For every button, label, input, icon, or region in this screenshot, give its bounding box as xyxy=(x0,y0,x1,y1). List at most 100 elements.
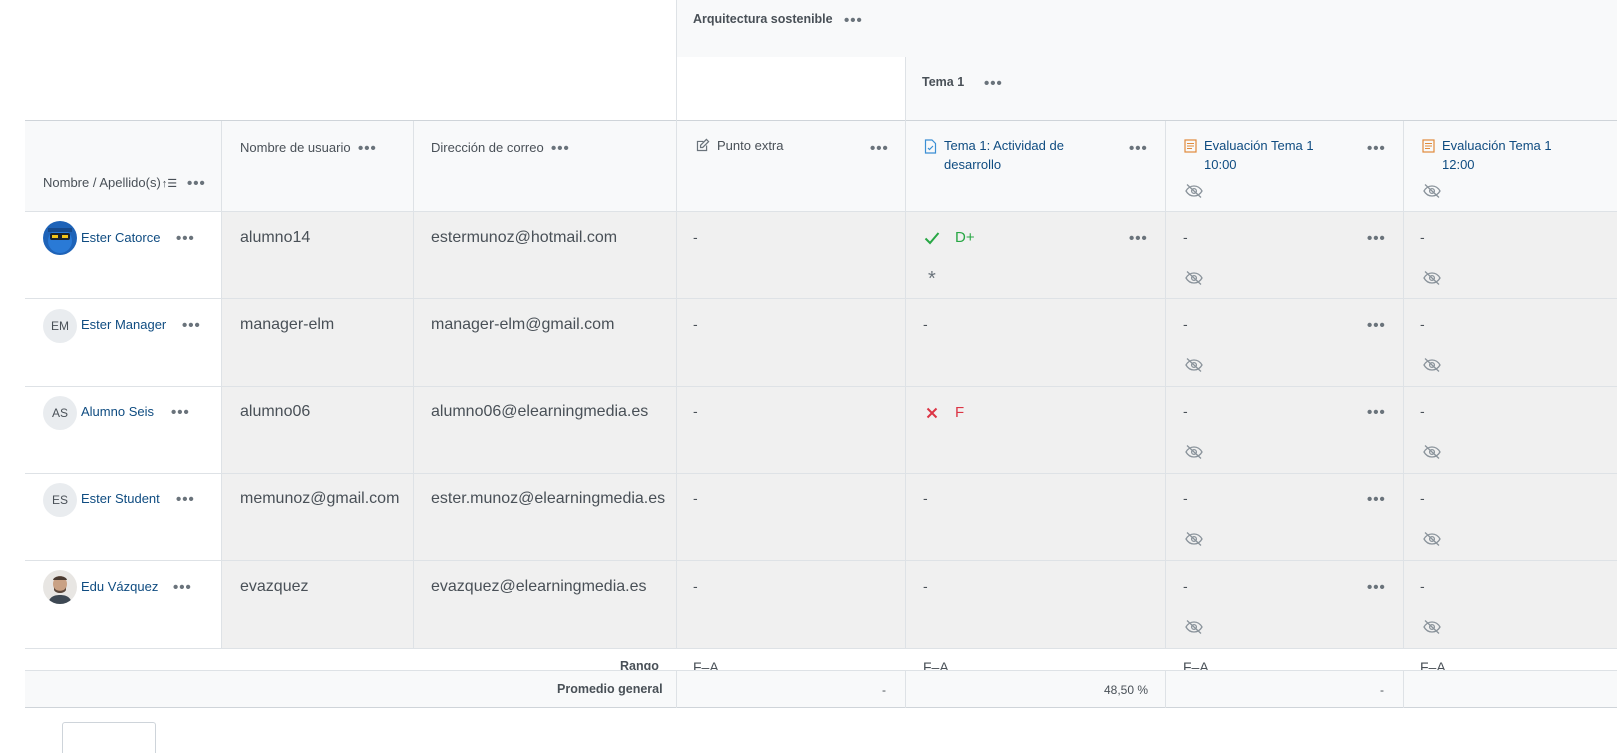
average-eval1000: - xyxy=(1380,683,1384,697)
activity-grade-cell[interactable]: - xyxy=(923,316,928,332)
check-icon xyxy=(924,231,940,250)
avatar[interactable]: AS xyxy=(43,396,77,430)
range-eval1000: F–A xyxy=(1183,659,1209,670)
quiz-icon xyxy=(1184,139,1197,158)
eye-slash-icon xyxy=(1185,183,1203,204)
column-header-eval1000[interactable]: Evaluación Tema 1 10:00 xyxy=(1204,136,1324,174)
cross-icon xyxy=(926,406,938,424)
eye-slash-icon xyxy=(1423,619,1441,640)
pagination-control[interactable] xyxy=(62,722,156,753)
eye-slash-icon xyxy=(1185,531,1203,552)
student-menu[interactable]: ••• xyxy=(173,580,192,595)
average-extra: - xyxy=(882,683,886,697)
student-name-link[interactable]: Edu Vázquez xyxy=(81,579,158,594)
eval1000-cell-menu[interactable]: ••• xyxy=(1367,231,1386,246)
email-cell: ester.munoz@elearningmedia.es xyxy=(431,490,666,507)
range-label: Rango xyxy=(620,659,659,670)
average-label: Promedio general xyxy=(557,682,663,696)
eye-slash-icon xyxy=(1185,357,1203,378)
category-course-title: Arquitectura sostenible xyxy=(693,12,833,26)
student-menu[interactable]: ••• xyxy=(171,405,190,420)
eye-slash-icon xyxy=(1423,183,1441,204)
eval1000-cell-menu[interactable]: ••• xyxy=(1367,580,1386,595)
extra-grade-cell[interactable]: - xyxy=(693,229,698,245)
extra-grade-cell[interactable]: - xyxy=(693,578,698,594)
email-cell: alumno06@elearningmedia.es xyxy=(431,403,649,420)
eye-slash-icon xyxy=(1185,444,1203,465)
extra-grade-cell[interactable]: - xyxy=(693,490,698,506)
activity-note: * xyxy=(928,268,936,290)
assignment-icon xyxy=(924,139,937,159)
eval1000-cell[interactable]: - xyxy=(1183,490,1188,506)
extra-grade-cell[interactable]: - xyxy=(693,316,698,332)
average-activity: 48,50 % xyxy=(1104,683,1149,697)
column-header-extra[interactable]: Punto extra xyxy=(717,138,784,153)
activity-grade-cell[interactable]: F xyxy=(955,404,964,421)
range-extra: F–A xyxy=(693,659,719,670)
eye-slash-icon xyxy=(1423,270,1441,291)
activity-grade-cell[interactable]: D+ xyxy=(955,229,975,246)
category-course-menu[interactable]: ••• xyxy=(844,13,863,28)
eval1200-cell[interactable]: - xyxy=(1420,403,1425,419)
column-header-email[interactable]: Dirección de correo xyxy=(431,140,544,155)
extra-grade-cell[interactable]: - xyxy=(693,403,698,419)
category-topic-header xyxy=(905,57,1617,120)
eval1000-cell-menu[interactable]: ••• xyxy=(1367,405,1386,420)
category-topic-menu[interactable]: ••• xyxy=(984,76,1003,91)
student-menu[interactable]: ••• xyxy=(182,318,201,333)
column-header-name[interactable]: Nombre / Apellido(s)↑☰ xyxy=(43,175,177,190)
eval1000-cell-menu[interactable]: ••• xyxy=(1367,318,1386,333)
eval1000-cell[interactable]: - xyxy=(1183,403,1188,419)
eval1200-cell[interactable]: - xyxy=(1420,229,1425,245)
activity-grade-cell[interactable]: - xyxy=(923,578,928,594)
eval1000-cell[interactable]: - xyxy=(1183,578,1188,594)
eval1000-cell-menu[interactable]: ••• xyxy=(1367,492,1386,507)
avatar[interactable] xyxy=(43,570,77,604)
eye-slash-icon xyxy=(1185,619,1203,640)
eval1200-cell[interactable]: - xyxy=(1420,316,1425,332)
range-eval1200: F–A xyxy=(1420,659,1446,670)
username-cell: alumno14 xyxy=(240,229,311,246)
email-cell: evazquez@elearningmedia.es xyxy=(431,578,647,595)
column-header-eval1200[interactable]: Evaluación Tema 1 12:00 xyxy=(1442,136,1562,174)
category-topic-title: Tema 1 xyxy=(922,75,965,89)
activity-cell-menu[interactable]: ••• xyxy=(1129,231,1148,246)
column-extra-menu[interactable]: ••• xyxy=(870,141,889,156)
username-cell: evazquez xyxy=(240,578,309,595)
column-header-username[interactable]: Nombre de usuario xyxy=(240,140,351,155)
student-menu[interactable]: ••• xyxy=(176,492,195,507)
student-name-link[interactable]: Ester Manager xyxy=(81,317,166,332)
eye-slash-icon xyxy=(1423,531,1441,552)
average-row xyxy=(25,670,1617,708)
student-menu[interactable]: ••• xyxy=(176,231,195,246)
range-row: Rango F–A F–A F–A F–A xyxy=(25,649,1617,670)
eval1000-cell[interactable]: - xyxy=(1183,316,1188,332)
column-eval1000-menu[interactable]: ••• xyxy=(1367,141,1386,156)
edit-icon xyxy=(695,138,710,158)
column-username-menu[interactable]: ••• xyxy=(358,141,377,156)
email-cell: manager-elm@gmail.com xyxy=(431,316,615,333)
column-name-menu[interactable]: ••• xyxy=(187,176,206,191)
quiz-icon xyxy=(1422,139,1435,158)
student-name-link[interactable]: Ester Student xyxy=(81,491,160,506)
eval1200-cell[interactable]: - xyxy=(1420,578,1425,594)
eval1200-cell[interactable]: - xyxy=(1420,490,1425,506)
student-name-link[interactable]: Ester Catorce xyxy=(81,230,160,245)
eye-slash-icon xyxy=(1185,270,1203,291)
category-course-header xyxy=(676,0,1617,57)
eye-slash-icon xyxy=(1423,357,1441,378)
column-email-menu[interactable]: ••• xyxy=(551,141,570,156)
avatar[interactable]: EM xyxy=(43,309,77,343)
range-activity: F–A xyxy=(923,659,949,670)
email-cell: estermunoz@hotmail.com xyxy=(431,229,618,246)
column-activity-menu[interactable]: ••• xyxy=(1129,141,1148,156)
activity-grade-cell[interactable]: - xyxy=(923,490,928,506)
sort-asc-icon[interactable]: ↑☰ xyxy=(162,178,177,190)
student-name-link[interactable]: Alumno Seis xyxy=(81,404,154,419)
column-header-activity[interactable]: Tema 1: Actividad de desarrollo xyxy=(944,136,1104,174)
eye-slash-icon xyxy=(1423,444,1441,465)
avatar[interactable]: ES xyxy=(43,483,77,517)
username-cell: manager-elm xyxy=(240,316,335,333)
avatar[interactable] xyxy=(43,221,77,255)
eval1000-cell[interactable]: - xyxy=(1183,229,1188,245)
